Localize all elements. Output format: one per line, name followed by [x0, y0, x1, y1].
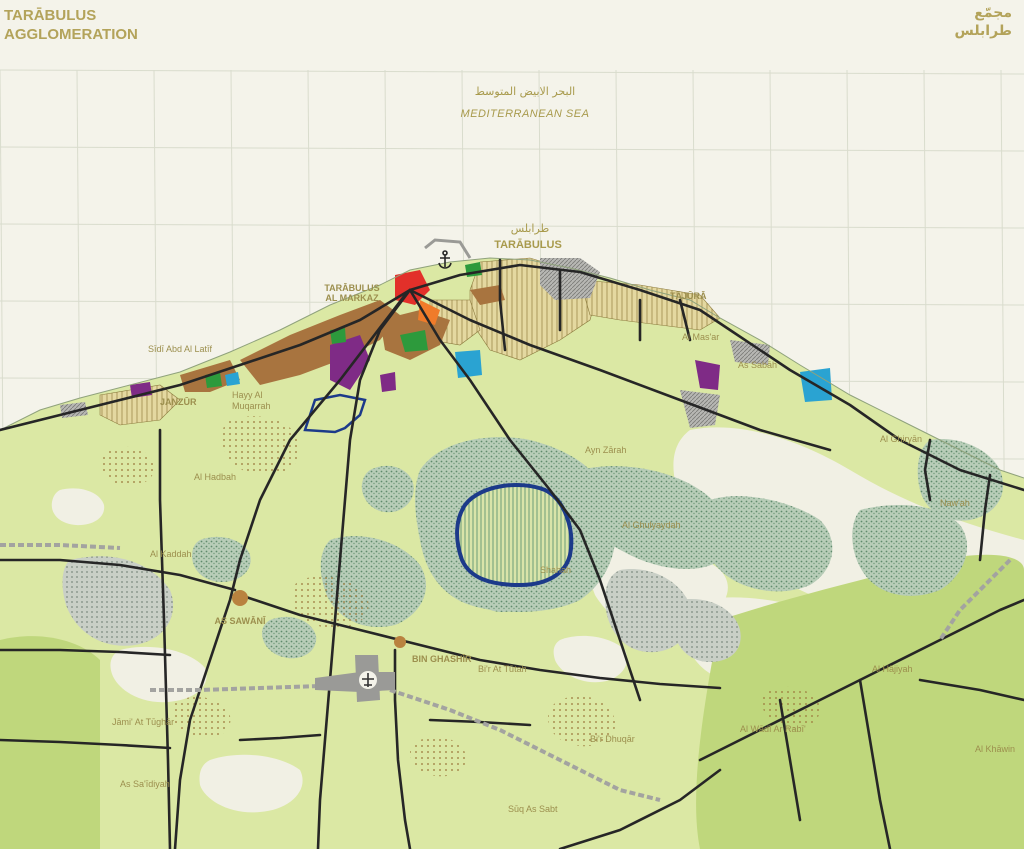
label-ayn-zarah: Ayn Zārah	[585, 445, 626, 455]
label-markaz-2: AL MARKAZ	[325, 293, 379, 303]
label-ghiryan: Al Ghiryān	[880, 434, 922, 444]
label-wadi-rabi: Al Wādī Ar Rabī'	[740, 724, 806, 734]
label-bir-dhuqar: Bi'r Dhuqār	[590, 734, 635, 744]
label-al-masar: Al Mas'ar	[682, 332, 719, 342]
label-jami-tughar: Jāmi' At Tūghār	[112, 717, 174, 727]
label-as-saidiyah: As Sa'īdiyah	[120, 779, 170, 789]
anchor-icon	[438, 250, 452, 269]
label-sidi-abd: Sīdī Abd Al Latīf	[148, 344, 213, 354]
label-suq-sabt: Sūq As Sabt	[508, 804, 558, 814]
tarabulus-agglomeration-map: البحر الابيض المتوسط MEDITERRANEAN SEA ط…	[0, 0, 1024, 849]
label-al-kaddah: Al Kaddah	[150, 549, 192, 559]
label-al-khawin: Al Khāwin	[975, 744, 1015, 754]
label-bir-tutah: Bi'r At Tūtah	[478, 664, 527, 674]
map-title-arabic-line2: طرابلس	[954, 23, 1012, 39]
label-as-sabah: As Sabāh	[738, 360, 777, 370]
map-title-line1: TARĀBULUS	[4, 7, 97, 24]
city-label-arabic: طرابلس	[511, 222, 550, 235]
label-shahah: Shahah	[540, 565, 571, 575]
map-title: TARĀBULUS AGGLOMERATION	[4, 6, 138, 44]
sea-label-arabic: البحر الابيض المتوسط	[475, 85, 576, 98]
label-nawah: Naw'ah	[940, 498, 970, 508]
label-markaz-1: TARĀBULUS	[324, 283, 379, 293]
label-al-hajiyah: Al Hājiyah	[872, 664, 913, 674]
map-canvas: البحر الابيض المتوسط MEDITERRANEAN SEA ط…	[0, 69, 1024, 849]
label-sawani: AS SAWĀNĪ	[214, 616, 266, 626]
label-hayy-2: Muqarrah	[232, 401, 271, 411]
map-title-arabic: مجمّع طرابلس	[955, 4, 1012, 40]
label-tajura: TĀJŪRĀ	[670, 291, 707, 301]
sea-label-english: MEDITERRANEAN SEA	[461, 108, 590, 120]
label-al-hadbah: Al Hadbah	[194, 472, 236, 482]
label-janzur: JANZŪR	[160, 397, 197, 407]
map-title-line2: AGGLOMERATION	[4, 26, 138, 43]
label-bin-ghashir: BIN GHASHĪR	[412, 654, 472, 664]
map-title-arabic-line1: مجمّع	[974, 5, 1012, 21]
label-hayy-1: Hayy Al	[232, 390, 263, 400]
label-ghulyaydah: Al Ghulyaydah	[622, 520, 681, 530]
city-label: TARĀBULUS	[494, 239, 562, 251]
grid-line	[0, 146, 1024, 152]
